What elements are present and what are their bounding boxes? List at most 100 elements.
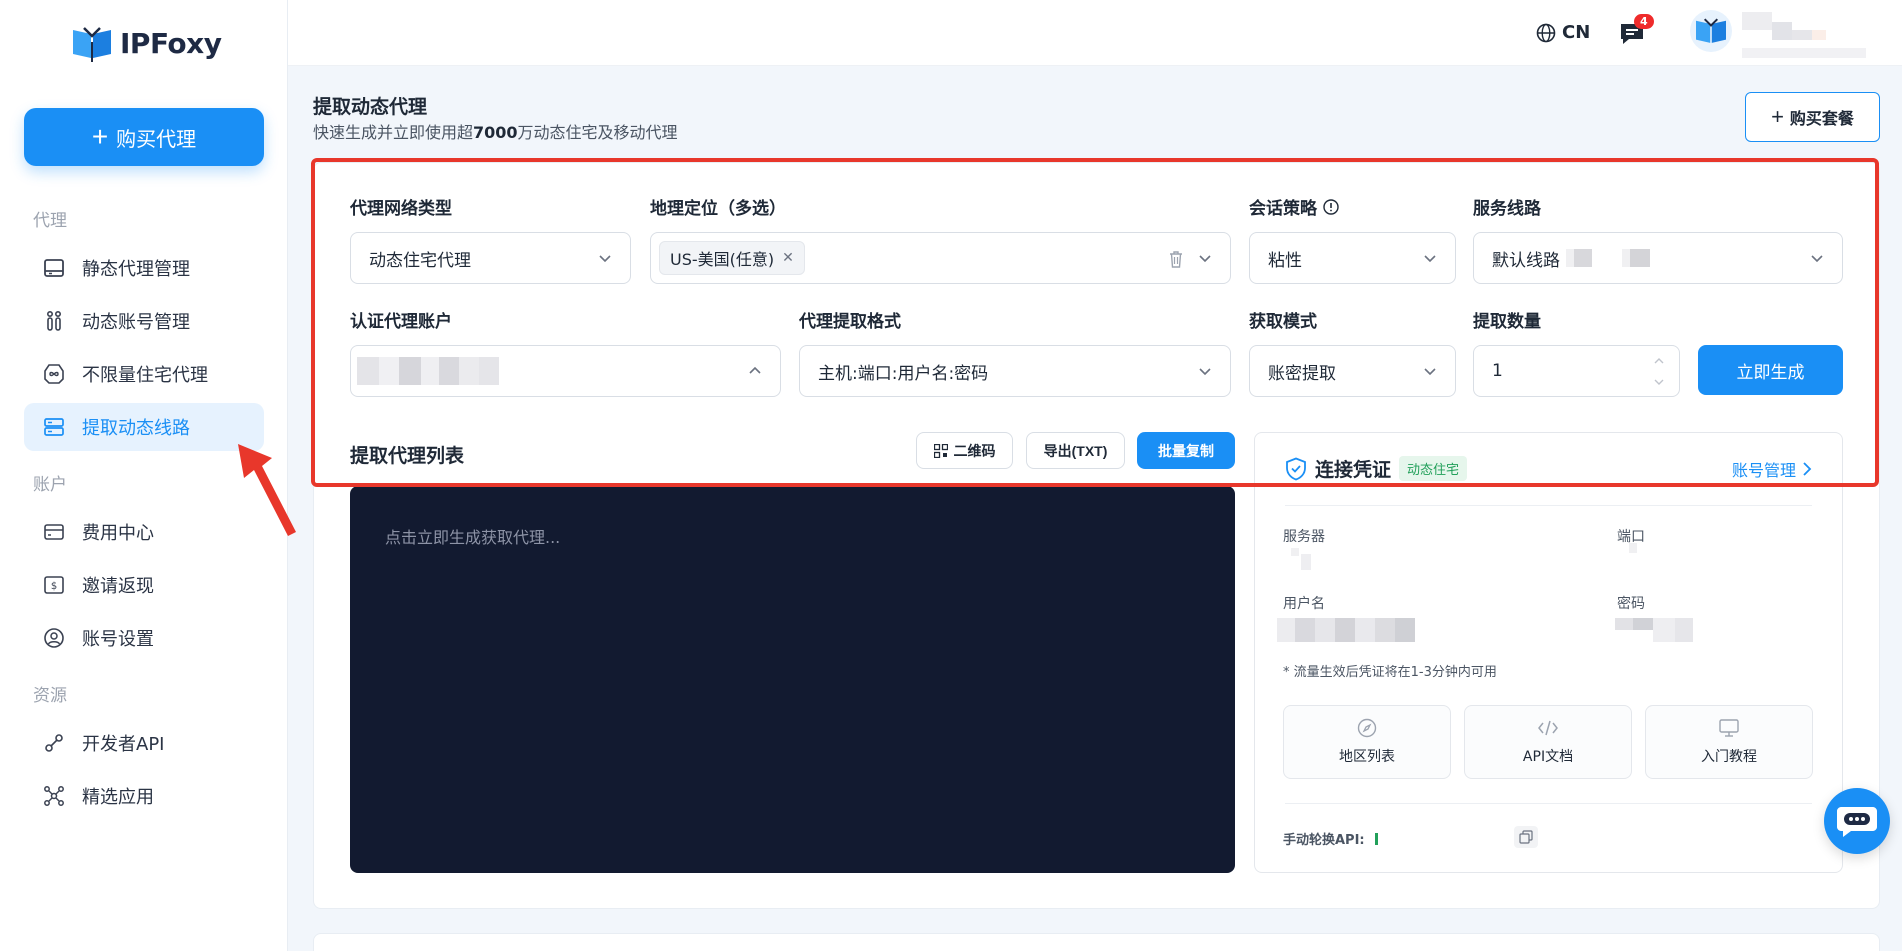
network-type-select[interactable]: 动态住宅代理: [350, 232, 631, 284]
sidebar-item-label: 邀请返现: [82, 576, 154, 597]
globe-icon: [1536, 23, 1556, 42]
logo-text: IPFoxy: [120, 26, 222, 60]
password-value-redacted[interactable]: [1615, 618, 1693, 642]
trash-icon[interactable]: [1168, 249, 1184, 269]
username-redacted[interactable]: [1742, 12, 1866, 58]
credential-badge: 动态住宅: [1399, 456, 1468, 481]
api-docs-tile[interactable]: API文档: [1464, 705, 1632, 779]
chat-icon: [1837, 807, 1877, 837]
server-value-redacted[interactable]: [1291, 548, 1311, 570]
sidebar-item-invite[interactable]: $ 邀请返现: [24, 561, 264, 609]
close-icon[interactable]: ✕: [782, 250, 794, 266]
sidebar-item-label: 提取动态线路: [82, 418, 190, 439]
port-value-redacted[interactable]: [1629, 543, 1637, 553]
quantity-label: 提取数量: [1473, 312, 1541, 332]
format-value: 主机:端口:用户名:密码: [818, 363, 989, 384]
sidebar-item-label: 动态账号管理: [82, 312, 190, 333]
tutorial-tile[interactable]: 入门教程: [1645, 705, 1813, 779]
language-label: CN: [1562, 22, 1591, 43]
proxy-output-console[interactable]: 点击立即生成获取代理...: [350, 486, 1235, 873]
route-label: 服务线路: [1473, 199, 1541, 219]
network-type-label: 代理网络类型: [350, 199, 452, 219]
sidebar-item-extract-dynamic[interactable]: 提取动态线路: [24, 403, 264, 451]
plus-icon: +: [1771, 104, 1784, 129]
chevron-down-icon: [1199, 368, 1211, 376]
annotation-arrow: [238, 444, 296, 536]
tutorial-label: 入门教程: [1701, 749, 1757, 765]
svg-text:$: $: [51, 581, 57, 592]
qr-code-button[interactable]: 二维码: [916, 432, 1013, 469]
route-select[interactable]: 默认线路: [1473, 232, 1843, 284]
sidebar-item-label: 静态代理管理: [82, 259, 190, 280]
session-label-text: 会话策略: [1249, 199, 1317, 219]
session-label: 会话策略: [1249, 194, 1339, 219]
generate-button[interactable]: 立即生成: [1698, 345, 1843, 395]
account-manage-label: 账号管理: [1731, 461, 1796, 480]
sidebar-item-account-settings[interactable]: 账号设置: [24, 614, 264, 662]
console-placeholder: 点击立即生成获取代理...: [385, 528, 561, 547]
subtitle-text-end: 万动态住宅及移动代理: [517, 123, 678, 142]
quantity-value: 1: [1492, 361, 1503, 381]
account-manage-link[interactable]: 账号管理: [1732, 457, 1812, 481]
mode-select[interactable]: 账密提取: [1249, 345, 1456, 397]
copy-icon[interactable]: [1514, 826, 1538, 848]
language-switch[interactable]: CN: [1536, 22, 1590, 43]
chevron-down-icon: [1811, 255, 1823, 263]
users-icon: [42, 309, 66, 333]
quantity-stepper[interactable]: 1: [1473, 345, 1680, 397]
route-value: 默认线路: [1492, 250, 1560, 271]
chevron-up-icon: [749, 366, 761, 374]
sidebar-item-static-proxy[interactable]: 静态代理管理: [24, 244, 264, 292]
username-value-redacted[interactable]: [1277, 618, 1415, 642]
sidebar-item-label: 精选应用: [82, 787, 154, 808]
server-icon: [42, 256, 66, 280]
chevron-down-icon: [1424, 368, 1436, 376]
secondary-card: [313, 933, 1880, 951]
buy-proxy-button[interactable]: + 购买代理: [24, 108, 264, 166]
credential-title: 连接凭证: [1315, 459, 1392, 481]
sidebar-item-billing[interactable]: 费用中心: [24, 508, 264, 556]
mode-value: 账密提取: [1268, 363, 1336, 384]
sidebar-item-unlimited-residential[interactable]: 不限量住宅代理: [24, 350, 264, 398]
plus-icon: +: [91, 121, 109, 152]
shield-icon: [1286, 457, 1306, 480]
auth-account-label: 认证代理账户: [350, 312, 452, 332]
subtitle-highlight: 7000: [473, 123, 518, 142]
page-title: 提取动态代理: [313, 96, 428, 118]
chevron-down-icon: [599, 255, 611, 263]
export-txt-button[interactable]: 导出(TXT): [1026, 432, 1125, 469]
info-icon[interactable]: [1323, 198, 1339, 215]
decrement-icon[interactable]: [1653, 376, 1665, 388]
chat-support-button[interactable]: [1824, 788, 1890, 854]
sidebar-item-developer-api[interactable]: 开发者API: [24, 719, 264, 767]
avatar[interactable]: [1690, 10, 1732, 52]
chevron-down-icon: [1199, 255, 1211, 263]
logo-book-icon: [73, 27, 111, 62]
batch-copy-button[interactable]: 批量复制: [1137, 432, 1235, 469]
chevron-down-icon: [1424, 255, 1436, 263]
user-icon: [42, 626, 66, 650]
sidebar-item-dynamic-accounts[interactable]: 动态账号管理: [24, 297, 264, 345]
proxy-list-title: 提取代理列表: [350, 445, 465, 467]
increment-icon[interactable]: [1653, 355, 1665, 367]
rotate-api-value[interactable]: [1374, 832, 1378, 845]
logo[interactable]: IPFoxy: [70, 24, 222, 62]
geo-tag[interactable]: US-美国(任意) ✕: [659, 241, 805, 275]
session-select[interactable]: 粘性: [1249, 232, 1456, 284]
session-value: 粘性: [1268, 250, 1302, 271]
format-select[interactable]: 主机:端口:用户名:密码: [799, 345, 1231, 397]
password-label: 密码: [1617, 596, 1645, 612]
region-list-tile[interactable]: 地区列表: [1283, 705, 1451, 779]
auth-account-select[interactable]: [350, 345, 781, 397]
card-icon: [42, 520, 66, 544]
buy-proxy-label: 购买代理: [116, 128, 197, 151]
buy-package-button[interactable]: + 购买套餐: [1745, 92, 1880, 142]
geo-select[interactable]: US-美国(任意) ✕: [650, 232, 1231, 284]
auth-account-redacted: [357, 357, 499, 385]
mode-label: 获取模式: [1249, 312, 1317, 332]
geo-tag-label: US-美国(任意): [670, 250, 775, 269]
chevron-right-icon: [1803, 462, 1812, 476]
sidebar-item-label: 开发者API: [82, 734, 165, 755]
geo-label: 地理定位（多选）: [650, 199, 786, 219]
sidebar-item-featured-apps[interactable]: 精选应用: [24, 772, 264, 820]
